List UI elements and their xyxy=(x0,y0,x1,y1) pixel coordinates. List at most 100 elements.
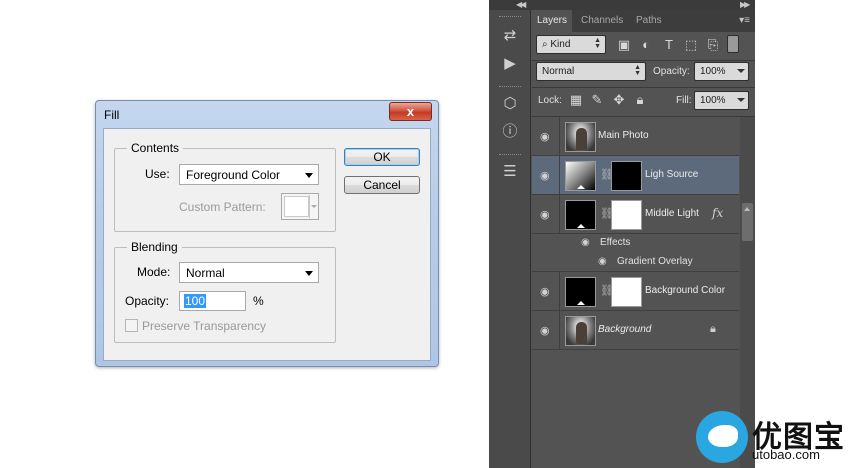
layer-effects-icon[interactable]: fx xyxy=(712,206,723,220)
properties-icon[interactable]: ☰ xyxy=(500,162,520,182)
eye-icon: ◉ xyxy=(540,170,550,182)
chevron-down-icon xyxy=(737,98,745,102)
layer-mask-thumbnail[interactable] xyxy=(611,277,642,307)
pixel-filter-icon[interactable]: ▣ xyxy=(616,37,632,53)
layer-name: Middle Light xyxy=(645,208,699,219)
visibility-toggle[interactable]: ◉ xyxy=(532,117,560,155)
visibility-toggle[interactable]: ◉ xyxy=(532,311,560,349)
adjustment-marker-icon xyxy=(577,301,585,305)
eye-icon: ◉ xyxy=(540,209,550,221)
opacity-value: 100 xyxy=(184,294,207,308)
collapse-right-icon[interactable]: ▶▶ xyxy=(740,0,750,10)
lock-brush-icon[interactable]: ✎ xyxy=(589,92,605,108)
dialog-title: Fill xyxy=(104,108,120,122)
adjustment-marker-icon xyxy=(577,185,585,189)
blending-group: Blending Mode: Normal Opacity: 100 % Pre… xyxy=(114,240,336,343)
adjustment-marker-icon xyxy=(577,224,585,228)
use-label: Use: xyxy=(145,167,170,181)
chevron-down-icon xyxy=(305,173,313,178)
use-select[interactable]: Foreground Color xyxy=(179,164,319,185)
layer-row-main-photo[interactable]: ◉ Main Photo xyxy=(532,117,739,156)
layer-row-middle-light[interactable]: ◉ ⛓ Middle Light fx xyxy=(532,195,739,234)
layer-row-background[interactable]: ◉ Background 🔒︎ xyxy=(532,311,739,350)
photo-figure-shape xyxy=(576,322,587,344)
history-icon[interactable]: ⇄ xyxy=(500,26,520,46)
adjustment-filter-icon[interactable]: ◐ xyxy=(638,37,654,53)
layer-effects-row[interactable]: ◉ Effects xyxy=(532,234,739,253)
eye-icon: ◉ xyxy=(540,325,550,337)
visibility-toggle[interactable]: ◉ xyxy=(532,195,560,233)
close-button[interactable]: x xyxy=(389,102,432,121)
cancel-button[interactable]: Cancel xyxy=(344,176,420,194)
gradient-overlay-row[interactable]: ◉ Gradient Overlay xyxy=(532,253,739,272)
tab-paths[interactable]: Paths xyxy=(631,10,667,32)
layer-mask-thumbnail[interactable] xyxy=(611,161,642,191)
panel-tabs: Layers Channels Paths ▾≡ xyxy=(532,10,755,32)
actions-play-icon[interactable]: ▶ xyxy=(500,54,520,74)
smart-object-filter-icon[interactable]: ⎘ xyxy=(705,37,721,53)
filter-kind-value: Kind xyxy=(550,39,571,50)
tab-layers[interactable]: Layers xyxy=(532,10,573,32)
divider xyxy=(532,87,755,88)
layer-fill-input[interactable]: 100% xyxy=(694,91,749,110)
eye-icon[interactable]: ◉ xyxy=(598,256,607,267)
layer-mask-thumbnail[interactable] xyxy=(611,200,642,230)
layers-panel: Layers Channels Paths ▾≡ ⌕ Kind ▲ ▼ ▣ ◐ T… xyxy=(532,10,755,468)
watermark-bird-icon xyxy=(708,425,738,447)
ok-button[interactable]: OK xyxy=(344,148,420,166)
photo-figure-shape xyxy=(576,128,587,150)
layer-opacity-input[interactable]: 100% xyxy=(694,62,749,81)
updown-icon: ▲ ▼ xyxy=(634,64,641,77)
3d-cube-icon[interactable]: ⬡ xyxy=(500,94,520,114)
lock-transparent-icon[interactable]: ▦ xyxy=(568,92,584,108)
dock-grip xyxy=(499,154,521,156)
scrollbar-thumb[interactable] xyxy=(742,203,753,241)
opacity-unit: % xyxy=(253,294,264,308)
lock-all-icon[interactable]: 🔒︎ xyxy=(632,92,648,108)
chevron-down-icon xyxy=(737,69,745,73)
mode-select-value: Normal xyxy=(186,266,225,280)
effect-item-label: Gradient Overlay xyxy=(617,256,693,267)
dock-grip xyxy=(499,16,521,18)
layer-row-ligh-source[interactable]: ◉ ⛓ Ligh Source xyxy=(532,156,739,195)
layer-name: Main Photo xyxy=(598,130,649,141)
opacity-input[interactable]: 100 xyxy=(179,291,246,311)
layer-opacity-value: 100% xyxy=(700,66,726,77)
lock-icon: 🔒︎ xyxy=(710,323,716,335)
dialog-body: Contents Use: Foreground Color Custom Pa… xyxy=(103,128,431,361)
custom-pattern-label: Custom Pattern: xyxy=(179,200,266,214)
layer-thumbnail xyxy=(565,200,596,230)
chevron-down-icon xyxy=(305,271,313,276)
pattern-swatch xyxy=(284,196,309,217)
photoshop-panels: ◀◀ ▶▶ ⇄ ▶ ⬡ ⓘ ☰ Layers Channels Paths ▾≡… xyxy=(489,0,755,468)
panel-icon-dock: ⇄ ▶ ⬡ ⓘ ☰ xyxy=(489,10,531,468)
layer-thumbnail xyxy=(565,277,596,307)
preserve-transparency-checkbox[interactable] xyxy=(125,319,138,332)
layer-row-background-color[interactable]: ◉ ⛓ Background Color xyxy=(532,272,739,311)
panel-menu-icon[interactable]: ▾≡ xyxy=(739,15,750,26)
filter-kind-select[interactable]: ⌕ Kind ▲ ▼ xyxy=(536,35,606,54)
fill-label: Fill: xyxy=(676,95,692,106)
contents-legend: Contents xyxy=(127,141,184,155)
filter-toggle-switch[interactable] xyxy=(727,35,739,53)
blend-mode-select[interactable]: Normal ▲ ▼ xyxy=(536,62,646,81)
tab-channels[interactable]: Channels xyxy=(576,10,628,32)
shape-filter-icon[interactable]: ⬚ xyxy=(683,37,699,53)
screen: Fill x Contents Use: Foreground Color Cu… xyxy=(0,0,850,468)
lock-label: Lock: xyxy=(538,95,562,106)
collapse-left-icon[interactable]: ◀◀ xyxy=(516,0,526,10)
blend-mode-value: Normal xyxy=(542,66,575,77)
divider xyxy=(532,60,755,61)
info-icon[interactable]: ⓘ xyxy=(500,122,520,142)
visibility-toggle[interactable]: ◉ xyxy=(532,272,560,310)
pattern-dropdown-icon xyxy=(309,195,317,218)
type-filter-icon[interactable]: T xyxy=(661,37,677,53)
layer-thumbnail xyxy=(565,122,596,152)
eye-icon: ◉ xyxy=(540,286,550,298)
lock-move-icon[interactable]: ✥ xyxy=(611,92,627,108)
visibility-toggle[interactable]: ◉ xyxy=(532,156,560,194)
layer-name: Ligh Source xyxy=(645,169,699,180)
eye-icon[interactable]: ◉ xyxy=(581,237,590,248)
preserve-transparency-label: Preserve Transparency xyxy=(142,319,267,333)
mode-select[interactable]: Normal xyxy=(179,262,319,283)
